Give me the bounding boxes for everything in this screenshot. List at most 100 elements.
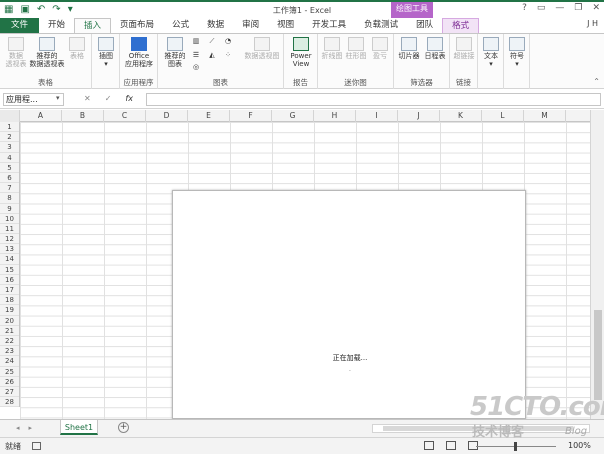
recommended-pivottables-button[interactable]: 推荐的 数据透视表 bbox=[28, 37, 66, 68]
power-view-button[interactable]: Power View bbox=[286, 37, 316, 68]
column-header[interactable]: I bbox=[356, 110, 398, 122]
tab-insert[interactable]: 插入 bbox=[74, 18, 112, 33]
column-header[interactable]: H bbox=[314, 110, 356, 122]
row-header[interactable]: 16 bbox=[0, 275, 19, 285]
tab-page-layout[interactable]: 页面布局 bbox=[111, 18, 163, 33]
line-chart-icon[interactable]: ⟋ bbox=[206, 37, 218, 45]
column-header[interactable]: M bbox=[524, 110, 566, 122]
user-account[interactable]: J H bbox=[587, 19, 598, 28]
tab-data[interactable]: 数据 bbox=[198, 18, 233, 33]
minimize-icon[interactable]: — bbox=[555, 3, 564, 13]
row-header[interactable]: 25 bbox=[0, 367, 19, 377]
formula-input[interactable] bbox=[146, 93, 601, 106]
sparkline-line-button[interactable]: 折线图 bbox=[320, 37, 344, 60]
close-icon[interactable]: ✕ bbox=[592, 3, 600, 13]
row-header[interactable]: 28 bbox=[0, 397, 19, 408]
tab-home[interactable]: 开始 bbox=[39, 18, 74, 33]
tab-view[interactable]: 视图 bbox=[268, 18, 303, 33]
column-header[interactable]: C bbox=[104, 110, 146, 122]
row-header[interactable]: 4 bbox=[0, 153, 19, 163]
cancel-icon[interactable]: ✕ bbox=[84, 94, 91, 103]
row-header[interactable]: 10 bbox=[0, 214, 19, 224]
text-button[interactable]: 文本 ▾ bbox=[480, 37, 502, 68]
column-header[interactable]: D bbox=[146, 110, 188, 122]
row-header[interactable]: 14 bbox=[0, 254, 19, 265]
row-header[interactable]: 12 bbox=[0, 234, 19, 245]
row-header[interactable]: 22 bbox=[0, 336, 19, 347]
next-sheet-icon[interactable]: ▸ bbox=[29, 424, 33, 432]
add-sheet-icon[interactable]: + bbox=[118, 422, 129, 433]
row-header[interactable]: 13 bbox=[0, 244, 19, 255]
help-icon[interactable]: ? bbox=[522, 3, 527, 13]
pivottable-button[interactable]: 数据 透视表 bbox=[3, 37, 29, 68]
column-header[interactable]: K bbox=[440, 110, 482, 122]
other-charts-icon[interactable]: ◎ bbox=[190, 63, 202, 71]
select-all-corner[interactable] bbox=[0, 110, 20, 122]
row-header[interactable]: 3 bbox=[0, 142, 19, 153]
sheet-tab-sheet1[interactable]: Sheet1 bbox=[60, 420, 98, 435]
row-header[interactable]: 2 bbox=[0, 132, 19, 143]
row-header[interactable]: 5 bbox=[0, 163, 19, 173]
row-header[interactable]: 27 bbox=[0, 387, 19, 398]
zoom-slider-knob[interactable] bbox=[514, 442, 517, 451]
row-header[interactable]: 6 bbox=[0, 173, 19, 184]
scatter-chart-icon[interactable]: ⁘ bbox=[222, 51, 234, 59]
bar-chart-icon[interactable]: ☰ bbox=[190, 51, 202, 59]
tab-format[interactable]: 格式 bbox=[442, 18, 480, 33]
tab-team[interactable]: 团队 bbox=[407, 18, 442, 33]
row-header[interactable]: 7 bbox=[0, 183, 19, 194]
zoom-level[interactable]: 100% bbox=[568, 441, 591, 450]
column-header[interactable]: A bbox=[20, 110, 62, 122]
row-header[interactable]: 21 bbox=[0, 326, 19, 336]
row-header[interactable]: 8 bbox=[0, 193, 19, 204]
page-layout-view-icon[interactable] bbox=[446, 441, 456, 450]
column-header[interactable]: L bbox=[482, 110, 524, 122]
collapse-ribbon-icon[interactable]: ⌃ bbox=[593, 77, 600, 86]
sparkline-column-button[interactable]: 柱形图 bbox=[344, 37, 368, 60]
column-header[interactable]: J bbox=[398, 110, 440, 122]
column-header[interactable]: B bbox=[62, 110, 104, 122]
illustrations-button[interactable]: 插图 ▾ bbox=[95, 37, 117, 68]
row-header[interactable]: 23 bbox=[0, 346, 19, 357]
row-header[interactable]: 24 bbox=[0, 356, 19, 367]
tab-formulas[interactable]: 公式 bbox=[163, 18, 198, 33]
hyperlink-button[interactable]: 超链接 bbox=[452, 37, 476, 60]
row-header[interactable]: 11 bbox=[0, 224, 19, 235]
column-header[interactable]: G bbox=[272, 110, 314, 122]
macro-record-icon[interactable] bbox=[32, 442, 41, 450]
app-loading-frame[interactable]: 正在加载... · bbox=[172, 190, 526, 419]
insert-function-icon[interactable]: fx bbox=[125, 94, 133, 103]
recommended-charts-button[interactable]: 推荐的 图表 bbox=[162, 37, 188, 68]
vertical-scrollbar[interactable] bbox=[590, 110, 604, 419]
row-header[interactable]: 17 bbox=[0, 285, 19, 296]
name-box-dropdown-icon[interactable]: ▾ bbox=[56, 94, 60, 102]
row-header[interactable]: 19 bbox=[0, 305, 19, 316]
restore-icon[interactable]: ❐ bbox=[574, 3, 582, 13]
prev-sheet-icon[interactable]: ◂ bbox=[16, 424, 20, 432]
pie-chart-icon[interactable]: ◔ bbox=[222, 37, 234, 45]
tab-developer[interactable]: 开发工具 bbox=[303, 18, 355, 33]
name-box[interactable]: 应用程... bbox=[3, 93, 64, 106]
sparkline-winloss-button[interactable]: 盈亏 bbox=[368, 37, 392, 60]
vertical-scroll-thumb[interactable] bbox=[594, 310, 602, 400]
column-header[interactable]: E bbox=[188, 110, 230, 122]
row-header[interactable]: 9 bbox=[0, 204, 19, 214]
symbols-button[interactable]: 符号 ▾ bbox=[506, 37, 528, 68]
timeline-button[interactable]: 日程表 bbox=[422, 37, 448, 60]
tab-review[interactable]: 审阅 bbox=[233, 18, 268, 33]
row-header[interactable]: 26 bbox=[0, 377, 19, 387]
row-header[interactable]: 20 bbox=[0, 316, 19, 326]
enter-icon[interactable]: ✓ bbox=[105, 94, 112, 103]
column-header[interactable]: F bbox=[230, 110, 272, 122]
slicer-button[interactable]: 切片器 bbox=[396, 37, 422, 60]
office-apps-button[interactable]: Office 应用程序 bbox=[122, 37, 156, 68]
row-header[interactable]: 15 bbox=[0, 265, 19, 275]
column-chart-icon[interactable]: ▥ bbox=[190, 37, 202, 45]
pivotchart-button[interactable]: 数据透视图 bbox=[242, 37, 282, 60]
table-button[interactable]: 表格 bbox=[66, 37, 88, 60]
row-header[interactable]: 1 bbox=[0, 122, 19, 133]
area-chart-icon[interactable]: ◭ bbox=[206, 51, 218, 59]
tab-load-test[interactable]: 负载测试 bbox=[355, 18, 407, 33]
ribbon-display-icon[interactable]: ▭ bbox=[537, 3, 546, 13]
row-header[interactable]: 18 bbox=[0, 295, 19, 306]
